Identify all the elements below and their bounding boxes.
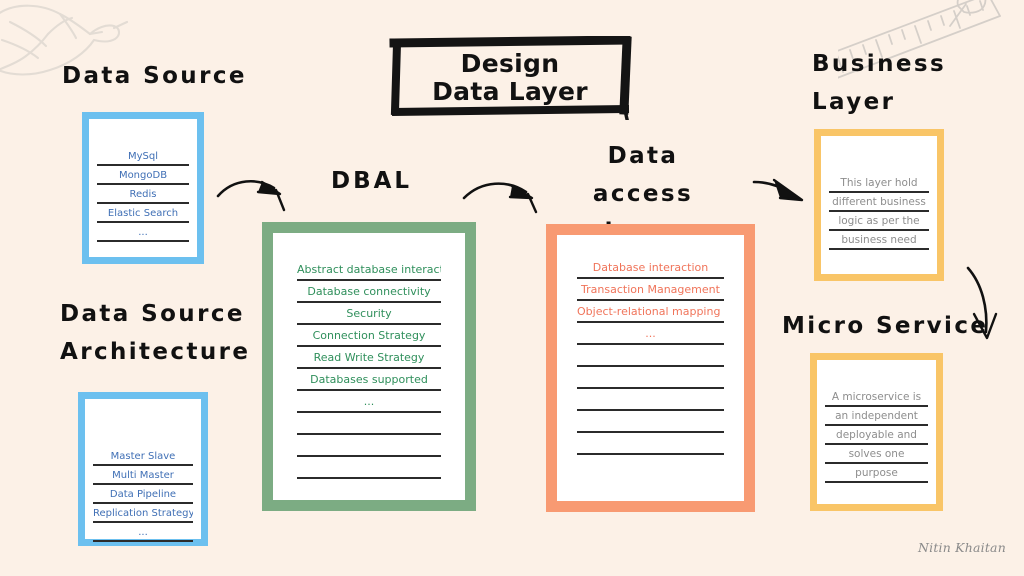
card-dbal[interactable]: Abstract database interactionDatabase co… <box>262 222 476 511</box>
page-title: Design Data Layer <box>388 36 632 120</box>
card-row: ... <box>297 391 441 413</box>
card-row: Data Pipeline <box>93 485 193 504</box>
card-row: different business <box>829 193 929 212</box>
arrow-right-curved-icon <box>216 179 286 212</box>
card-row: logic as per the <box>829 212 929 231</box>
card-row <box>577 345 724 367</box>
card-data-source[interactable]: MySql MongoDB Redis Elastic Search... <box>82 112 204 264</box>
card-row: business need <box>829 231 929 250</box>
card-row: Transaction Management <box>577 279 724 301</box>
card-data-source-architecture-rows: Master Slave Multi Master Data Pipeline Rep… <box>93 447 193 542</box>
title-line-2: Data Layer <box>432 77 588 106</box>
card-row <box>297 457 441 479</box>
card-micro-service-rows: A microservice is an independent deployabl… <box>825 388 928 483</box>
card-business-layer[interactable]: This layer hold different business logic a… <box>814 129 944 281</box>
card-row: purpose <box>825 464 928 483</box>
title-box: Design Data Layer <box>388 36 632 120</box>
card-data-access-layer[interactable]: Database interaction Transaction Manageme… <box>546 224 755 512</box>
card-row: This layer hold <box>829 174 929 193</box>
author-signature: Nitin Khaitan <box>918 540 1006 555</box>
card-row: A microservice is <box>825 388 928 407</box>
card-row: solves one <box>825 445 928 464</box>
card-data-source-rows: MySql MongoDB Redis Elastic Search... <box>97 147 189 242</box>
card-row: Abstract database interaction <box>297 259 441 281</box>
card-row: Databases supported <box>297 369 441 391</box>
card-row: Redis <box>97 185 189 204</box>
card-row: Database connectivity <box>297 281 441 303</box>
heading-data-source: Data Source <box>62 63 247 89</box>
card-row <box>577 433 724 455</box>
card-row: MySql <box>97 147 189 166</box>
card-row: ... <box>93 523 193 542</box>
heading-micro-service: Micro Service <box>782 313 989 339</box>
card-row: Replication Strategy <box>93 504 193 523</box>
card-row: Elastic Search <box>97 204 189 223</box>
card-row: MongoDB <box>97 166 189 185</box>
heading-data-source-architecture: Data Source Architecture <box>60 301 251 365</box>
card-row: an independent <box>825 407 928 426</box>
card-row: ... <box>577 323 724 345</box>
card-row <box>577 389 724 411</box>
card-row: ... <box>97 223 189 242</box>
slide-canvas: Design Data Layer Data Source Data Sourc… <box>0 0 1024 576</box>
heading-business-layer: Business Layer <box>812 51 947 115</box>
card-row: deployable and <box>825 426 928 445</box>
card-row: Multi Master <box>93 466 193 485</box>
card-row: Database interaction <box>577 257 724 279</box>
card-row <box>577 367 724 389</box>
card-row <box>577 411 724 433</box>
card-row: Master Slave <box>93 447 193 466</box>
card-dbal-rows: Abstract database interactionDatabase co… <box>297 259 441 479</box>
card-data-access-layer-rows: Database interaction Transaction Manageme… <box>577 257 724 455</box>
card-row: Object-relational mapping (ORM) <box>577 301 724 323</box>
card-row: Read Write Strategy <box>297 347 441 369</box>
card-row: Security <box>297 303 441 325</box>
card-data-source-architecture[interactable]: Master Slave Multi Master Data Pipeline Rep… <box>78 392 208 546</box>
card-micro-service[interactable]: A microservice is an independent deployabl… <box>810 353 943 511</box>
card-row <box>297 435 441 457</box>
card-row: Connection Strategy <box>297 325 441 347</box>
arrow-right-curved-icon <box>462 182 538 214</box>
card-row <box>297 413 441 435</box>
title-line-1: Design <box>460 49 560 78</box>
card-business-layer-rows: This layer hold different business logic a… <box>829 174 929 250</box>
heading-dbal: DBAL <box>331 168 413 194</box>
